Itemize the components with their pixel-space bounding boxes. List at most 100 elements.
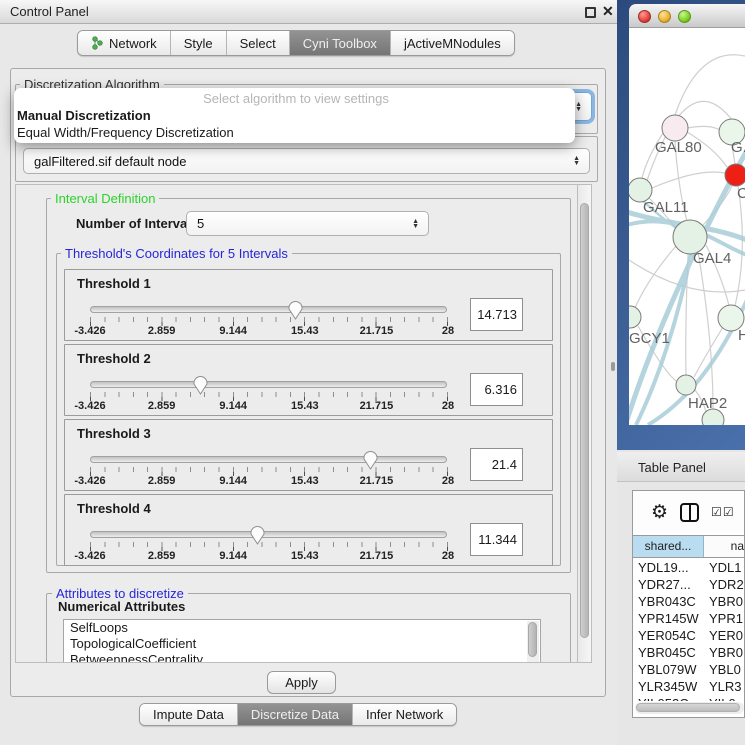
node-selected-red[interactable]: [725, 164, 745, 186]
threshold-4-value-field[interactable]: 11.344: [470, 523, 523, 556]
tab-cyni-toolbox[interactable]: Cyni Toolbox: [290, 31, 391, 55]
panel-divider-handle[interactable]: [611, 362, 615, 371]
network-window-titlebar[interactable]: [629, 4, 745, 28]
slider-tick-labels: -3.426 2.859 9.144 15.43 21.715 28: [90, 475, 448, 487]
table-panel-titlebar: Table Panel: [617, 452, 745, 482]
label-gal80: GAL80: [655, 139, 702, 156]
slider-tick-labels: -3.426 2.859 9.144 15.43 21.715 28: [90, 400, 448, 412]
table-row[interactable]: YBL079WYBL0: [633, 661, 745, 678]
stepper-arrows-icon: ▲▼: [575, 102, 582, 112]
threshold-2-value-field[interactable]: 6.316: [470, 373, 523, 406]
gear-icon[interactable]: ⚙: [651, 503, 668, 522]
tick-label: 28: [442, 475, 454, 487]
scrollbar-thumb[interactable]: [636, 703, 740, 712]
tab-network[interactable]: Network: [78, 31, 171, 55]
list-scrollbar[interactable]: [527, 621, 539, 662]
zoom-traffic-icon[interactable]: [678, 10, 691, 23]
settings-scroll-area: Interval Definition Number of Intervals …: [15, 184, 577, 663]
tick-label: -3.426: [74, 400, 105, 412]
interval-definition-group-label: Interval Definition: [51, 191, 159, 206]
tab-infer-network-label: Infer Network: [366, 707, 443, 722]
select-columns-icons[interactable]: ☑☑: [711, 505, 735, 519]
tick-label: 21.715: [360, 400, 394, 412]
tick-label: 15.43: [291, 325, 319, 337]
table-data-combo-value: galFiltered.sif default node: [34, 154, 186, 169]
close-traffic-icon[interactable]: [638, 10, 651, 23]
popup-item-equal-width[interactable]: Equal Width/Frequency Discretization: [14, 124, 575, 141]
tab-cyni-toolbox-label: Cyni Toolbox: [303, 36, 377, 51]
tab-select[interactable]: Select: [227, 31, 290, 55]
table-row[interactable]: YBR043CYBR0: [633, 593, 745, 610]
column-header-name[interactable]: na: [704, 536, 745, 557]
table-panel-title: Table Panel: [638, 460, 706, 475]
network-graph: GAL80 G. C GAL11 GAL4 GCY1 H HAP2: [629, 28, 745, 425]
stepper-arrows-icon: ▲▼: [412, 219, 419, 229]
threshold-2-slider[interactable]: [90, 381, 447, 388]
tab-jactivemnodules[interactable]: jActiveMNodules: [391, 31, 514, 55]
threshold-4-label: Threshold 4: [77, 501, 151, 516]
threshold-3-slider[interactable]: [90, 456, 447, 463]
apply-button[interactable]: Apply: [267, 671, 336, 694]
node-gcy1[interactable]: [629, 306, 641, 328]
network-canvas[interactable]: GAL80 G. C GAL11 GAL4 GCY1 H HAP2: [629, 28, 745, 425]
tick-label: -3.426: [74, 550, 105, 562]
table-data-combo[interactable]: galFiltered.sif default node ▲▼: [23, 148, 590, 174]
tick-label: 9.144: [219, 325, 247, 337]
tick-label: 21.715: [360, 475, 394, 487]
popup-prompt[interactable]: Select algorithm to view settings: [14, 90, 575, 107]
number-of-intervals-label: Number of Intervals: [76, 216, 198, 231]
settings-scrollbar[interactable]: [577, 184, 592, 663]
tab-style[interactable]: Style: [171, 31, 227, 55]
screen: Control Panel ✕ Network Style Select Cyn…: [0, 0, 745, 745]
tick-label: 9.144: [219, 475, 247, 487]
attribute-item[interactable]: BetweennessCentrality: [64, 652, 540, 663]
label-gcy1: GCY1: [629, 330, 670, 347]
node-gal4[interactable]: [673, 220, 707, 254]
threshold-1-label: Threshold 1: [77, 276, 151, 291]
tick-label: -3.426: [74, 325, 105, 337]
node-hap2[interactable]: [676, 375, 696, 395]
attribute-item[interactable]: SelfLoops: [64, 620, 540, 636]
table-row[interactable]: YDL19...YDL1: [633, 559, 745, 576]
table-rows: YDL19...YDL1 YDR27...YDR2 YBR043CYBR0 YP…: [633, 559, 745, 701]
node-gal80[interactable]: [662, 115, 688, 141]
scrollbar-thumb[interactable]: [580, 203, 589, 638]
table-row[interactable]: YER054CYER0: [633, 627, 745, 644]
close-icon[interactable]: ✕: [602, 3, 614, 20]
tick-label: 2.859: [148, 550, 176, 562]
network-icon: [91, 36, 104, 50]
tab-discretize-data[interactable]: Discretize Data: [238, 704, 353, 725]
tick-label: 28: [442, 325, 454, 337]
column-header-shared[interactable]: shared...: [633, 536, 704, 557]
number-of-intervals-combo[interactable]: 5 ▲▼: [186, 211, 429, 236]
panel-title: Control Panel: [10, 4, 89, 19]
table-horizontal-scrollbar[interactable]: [635, 702, 744, 714]
tab-impute-data[interactable]: Impute Data: [140, 704, 238, 725]
table-row[interactable]: YDR27...YDR2: [633, 576, 745, 593]
minimize-traffic-icon[interactable]: [658, 10, 671, 23]
tab-infer-network[interactable]: Infer Network: [353, 704, 456, 725]
label-gal4: GAL4: [693, 250, 731, 267]
threshold-4-slider[interactable]: [90, 531, 447, 538]
column-layout-icon[interactable]: [680, 503, 699, 522]
threshold-3-box: Threshold 3 -3.426 2.859 9.144 15.43 21.…: [64, 419, 553, 491]
tick-label: 15.43: [291, 475, 319, 487]
tick-label: 9.144: [219, 400, 247, 412]
slider-tick-labels: -3.426 2.859 9.144 15.43 21.715 28: [90, 325, 448, 337]
threshold-3-value-field[interactable]: 21.4: [470, 448, 523, 481]
popup-item-manual-discretization[interactable]: Manual Discretization: [14, 107, 575, 124]
table-header-row: shared... na: [633, 535, 745, 558]
table-row[interactable]: YPR145WYPR1: [633, 610, 745, 627]
attribute-item[interactable]: TopologicalCoefficient: [64, 636, 540, 652]
float-window-icon[interactable]: [585, 7, 596, 18]
threshold-1-slider[interactable]: [90, 306, 447, 313]
threshold-1-value-field[interactable]: 14.713: [470, 298, 523, 331]
control-panel-titlebar: Control Panel ✕: [0, 0, 618, 24]
threshold-4-box: Threshold 4 -3.426 2.859 9.144 15.43 21.…: [64, 494, 553, 566]
numerical-attributes-list[interactable]: SelfLoops TopologicalCoefficient Between…: [63, 619, 541, 663]
table-row[interactable]: YLR345WYLR3: [633, 678, 745, 695]
bottom-tab-bar: Impute Data Discretize Data Infer Networ…: [139, 703, 457, 726]
tick-label: 2.859: [148, 325, 176, 337]
table-row[interactable]: YBR045CYBR0: [633, 644, 745, 661]
table-row[interactable]: YIL052CYIL0: [633, 695, 745, 701]
